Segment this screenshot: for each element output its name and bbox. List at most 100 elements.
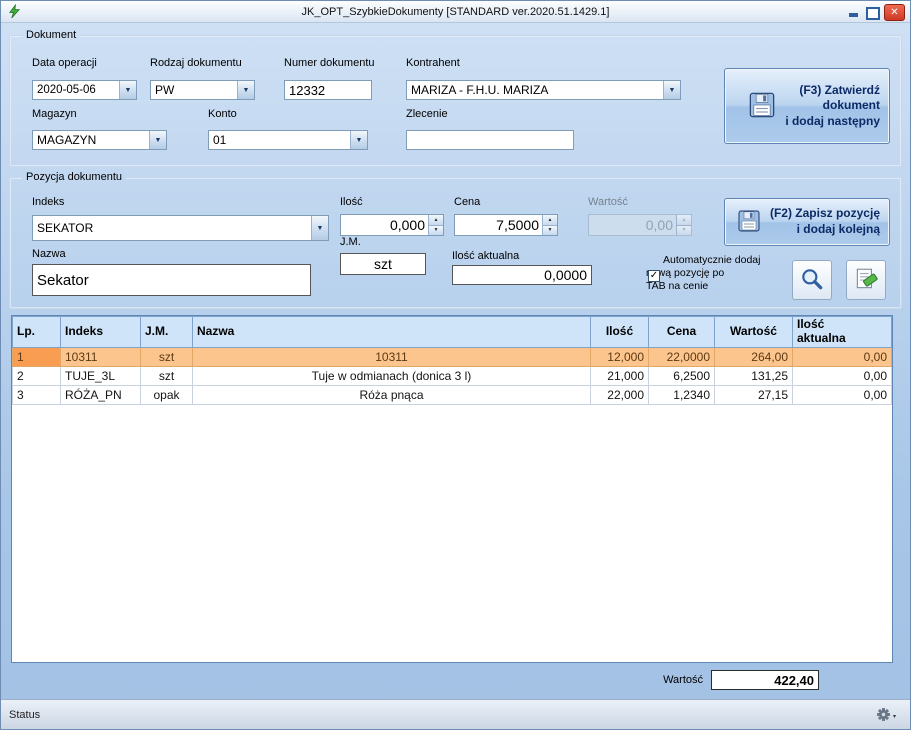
cell-ilosc-aktualna[interactable]: 0,00	[793, 385, 892, 404]
status-bar: Status ▾	[1, 699, 910, 729]
grid-header-row: Lp. Indeks J.M. Nazwa Ilość Cena Wartość…	[13, 317, 892, 348]
clear-button[interactable]	[846, 260, 886, 300]
zatwierdz-dokument-button[interactable]: (F3) Zatwierdź dokument i dodaj następny	[724, 68, 890, 144]
auto-add-option[interactable]: ✓ Automatycznie dodaj nową pozycję po TA…	[646, 254, 786, 293]
dokument-legend: Dokument	[22, 29, 80, 41]
zlecenie-input[interactable]	[406, 130, 574, 150]
zlecenie-label: Zlecenie	[406, 108, 448, 120]
cell-cena[interactable]: 6,2500	[649, 366, 715, 385]
save-icon	[748, 91, 776, 122]
app-window: JK_OPT_SzybkieDokumenty [STANDARD ver.20…	[0, 0, 911, 730]
pozycja-legend: Pozycja dokumentu	[22, 171, 126, 183]
cell-lp[interactable]: 3	[13, 385, 61, 404]
cena-value[interactable]: 7,5000	[455, 215, 542, 235]
table-row[interactable]: 2TUJE_3LsztTuje w odmianach (donica 3 l)…	[13, 366, 892, 385]
data-operacji-combo[interactable]: 2020-05-06 ▼	[32, 80, 137, 100]
cell-wartosc[interactable]: 27,15	[715, 385, 793, 404]
rodzaj-dokumentu-label: Rodzaj dokumentu	[150, 57, 242, 69]
col-header-cena[interactable]: Cena	[649, 317, 715, 348]
cell-cena[interactable]: 22,0000	[649, 347, 715, 366]
data-operacji-value: 2020-05-06	[33, 81, 119, 99]
col-header-lp[interactable]: Lp.	[13, 317, 61, 348]
magazyn-combo[interactable]: MAGAZYN ▼	[32, 130, 167, 150]
col-header-ilosc-aktualna[interactable]: Ilość aktualna	[793, 317, 892, 348]
cell-ilosc[interactable]: 12,000	[591, 347, 649, 366]
cell-nazwa[interactable]: 10311	[193, 347, 591, 366]
spin-down-icon[interactable]: ▼	[543, 225, 557, 236]
chevron-down-icon[interactable]: ▼	[350, 131, 367, 149]
spin-up-icon[interactable]: ▲	[543, 215, 557, 225]
pozycja-groupbox: Pozycja dokumentu Indeks SEKATOR ▼ Ilość…	[9, 177, 902, 309]
ilosc-spinner[interactable]: 0,000 ▲ ▼	[340, 214, 444, 236]
col-header-wartosc[interactable]: Wartość	[715, 317, 793, 348]
jm-label: J.M.	[340, 236, 361, 248]
minimize-button[interactable]	[846, 5, 862, 20]
indeks-combo[interactable]: SEKATOR ▼	[32, 215, 329, 241]
cell-ilosc-aktualna[interactable]: 0,00	[793, 347, 892, 366]
wartosc-label: Wartość	[588, 196, 628, 208]
chevron-down-icon[interactable]: ▼	[311, 216, 328, 240]
search-button[interactable]	[792, 260, 832, 300]
kontrahent-combo[interactable]: MARIZA - F.H.U. MARIZA ▼	[406, 80, 681, 100]
dokument-groupbox: Dokument Data operacji 2020-05-06 ▼ Rodz…	[9, 35, 902, 167]
chevron-down-icon[interactable]: ▼	[149, 131, 166, 149]
rodzaj-dokumentu-combo[interactable]: PW ▼	[150, 80, 255, 100]
window-title: JK_OPT_SzybkieDokumenty [STANDARD ver.20…	[1, 6, 910, 18]
cell-nazwa[interactable]: Tuje w odmianach (donica 3 l)	[193, 366, 591, 385]
maximize-button[interactable]	[866, 7, 880, 20]
spin-up-icon: ▲	[677, 215, 691, 225]
nazwa-input[interactable]: Sekator	[32, 264, 311, 296]
cell-indeks[interactable]: RÓŻA_PN	[61, 385, 141, 404]
ilosc-aktualna-label: Ilość aktualna	[452, 250, 519, 262]
nazwa-label: Nazwa	[32, 248, 66, 260]
total-label: Wartość	[599, 674, 703, 686]
zapisz-pozycje-button[interactable]: (F2) Zapisz pozycję i dodaj kolejną	[724, 198, 890, 246]
cell-ilosc[interactable]: 21,000	[591, 366, 649, 385]
zapisz-button-label: (F2) Zapisz pozycję i dodaj kolejną	[770, 206, 880, 237]
rodzaj-dokumentu-value: PW	[151, 81, 237, 99]
indeks-value: SEKATOR	[33, 216, 311, 240]
grid-body: 110311szt1031112,00022,0000264,000,002TU…	[13, 347, 892, 404]
data-operacji-label: Data operacji	[32, 57, 97, 69]
cell-indeks[interactable]: TUJE_3L	[61, 366, 141, 385]
col-header-indeks[interactable]: Indeks	[61, 317, 141, 348]
ilosc-value[interactable]: 0,000	[341, 215, 428, 235]
cell-wartosc[interactable]: 131,25	[715, 366, 793, 385]
cell-lp[interactable]: 1	[13, 347, 61, 366]
table-row[interactable]: 3RÓŻA_PNopakRóża pnąca22,0001,234027,150…	[13, 385, 892, 404]
chevron-down-icon[interactable]: ▼	[663, 81, 680, 99]
numer-dokumentu-input[interactable]: 12332	[284, 80, 372, 100]
spin-up-icon[interactable]: ▲	[429, 215, 443, 225]
kontrahent-value: MARIZA - F.H.U. MARIZA	[407, 81, 663, 99]
cell-jm[interactable]: szt	[141, 347, 193, 366]
cena-spinner[interactable]: 7,5000 ▲ ▼	[454, 214, 558, 236]
table-row[interactable]: 110311szt1031112,00022,0000264,000,00	[13, 347, 892, 366]
positions-grid: Lp. Indeks J.M. Nazwa Ilość Cena Wartość…	[11, 315, 893, 663]
cell-ilosc[interactable]: 22,000	[591, 385, 649, 404]
cell-jm[interactable]: szt	[141, 366, 193, 385]
cell-wartosc[interactable]: 264,00	[715, 347, 793, 366]
cell-indeks[interactable]: 10311	[61, 347, 141, 366]
close-button[interactable]: ✕	[884, 4, 905, 21]
col-header-ilosc[interactable]: Ilość	[591, 317, 649, 348]
spin-down-icon[interactable]: ▼	[429, 225, 443, 236]
col-header-jm[interactable]: J.M.	[141, 317, 193, 348]
konto-combo[interactable]: 01 ▼	[208, 130, 368, 150]
chevron-down-icon[interactable]: ▼	[119, 81, 136, 99]
cell-ilosc-aktualna[interactable]: 0,00	[793, 366, 892, 385]
chevron-down-icon[interactable]: ▼	[237, 81, 254, 99]
cell-lp[interactable]: 2	[13, 366, 61, 385]
auto-add-label[interactable]: Automatycznie dodaj nową pozycję po TAB …	[646, 254, 760, 292]
gear-icon	[876, 707, 891, 725]
settings-button[interactable]: ▾	[876, 707, 896, 725]
konto-value: 01	[209, 131, 350, 149]
cell-nazwa[interactable]: Róża pnąca	[193, 385, 591, 404]
col-header-nazwa[interactable]: Nazwa	[193, 317, 591, 348]
auto-add-checkbox[interactable]: ✓	[648, 270, 660, 282]
cell-cena[interactable]: 1,2340	[649, 385, 715, 404]
konto-label: Konto	[208, 108, 237, 120]
total-value: 422,40	[711, 670, 819, 690]
save-icon	[737, 209, 761, 236]
kontrahent-label: Kontrahent	[406, 57, 460, 69]
cell-jm[interactable]: opak	[141, 385, 193, 404]
